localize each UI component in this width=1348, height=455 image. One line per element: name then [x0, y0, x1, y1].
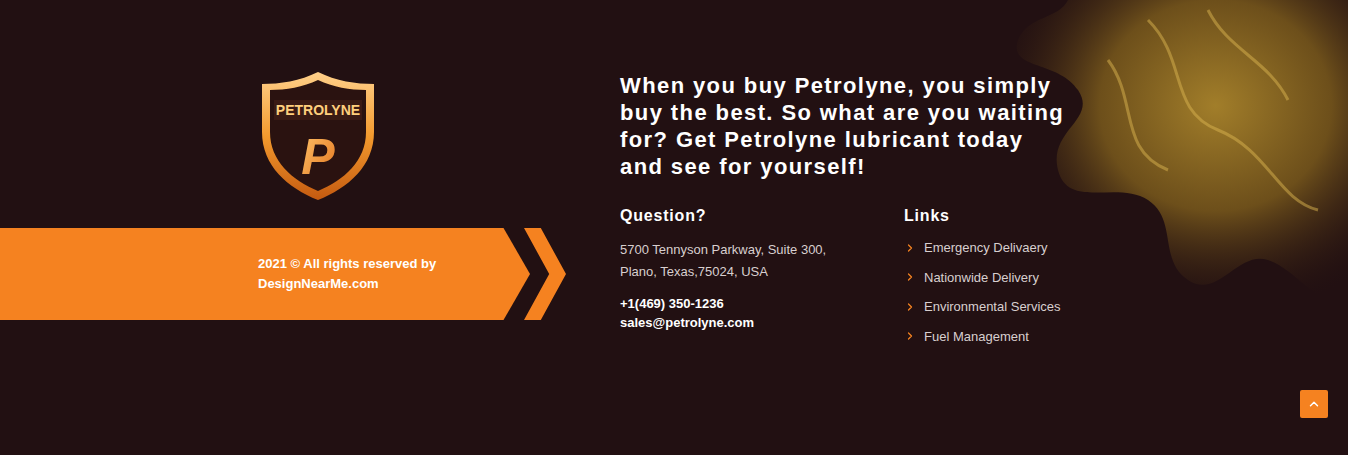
contact-title: Question? [620, 206, 904, 226]
links-title: Links [904, 206, 1061, 226]
banner-chevron-icon [524, 228, 566, 320]
site-footer: PETROLYNE P 2021 © All rights reserved byD… [0, 0, 1348, 455]
footer-link[interactable]: Nationwide Delivery [904, 263, 1061, 293]
chevron-right-icon [904, 301, 916, 313]
contact-column: Question? 5700 Tennyson Parkway, Suite 30… [620, 206, 904, 351]
footer-brand: PETROLYNE P 2021 © All rights reserved byD… [0, 0, 620, 351]
chevron-right-icon [904, 242, 916, 254]
links-column: Links Emergency DelivaeryNationwide Deliv… [904, 206, 1061, 351]
scroll-to-top-button[interactable] [1300, 390, 1328, 418]
chevron-up-icon [1307, 397, 1321, 411]
address-line: 5700 Tennyson Parkway, Suite 300, [620, 239, 904, 261]
copyright-text: DesignNearMe.com [258, 274, 490, 294]
svg-text:P: P [301, 129, 335, 185]
chevron-right-icon [904, 271, 916, 283]
footer-link[interactable]: Environmental Services [904, 292, 1061, 322]
footer-link[interactable]: Fuel Management [904, 322, 1061, 352]
copyright-banner: 2021 © All rights reserved byDesignNearM… [0, 228, 530, 320]
footer-link[interactable]: Emergency Delivaery [904, 233, 1061, 263]
phone[interactable]: +1(469) 350-1236 [620, 294, 904, 313]
chevron-right-icon [904, 330, 916, 342]
footer-headline: When you buy Petrolyne, you simply buy t… [620, 72, 1070, 180]
svg-text:PETROLYNE: PETROLYNE [276, 102, 360, 118]
footer-content: When you buy Petrolyne, you simply buy t… [620, 0, 1070, 351]
petrolyne-logo-icon: PETROLYNE P [258, 70, 378, 202]
address-line: Plano, Texas,75024, USA [620, 261, 904, 283]
email[interactable]: sales@petrolyne.com [620, 313, 904, 332]
copyright-text: 2021 © All rights reserved by [258, 254, 490, 274]
